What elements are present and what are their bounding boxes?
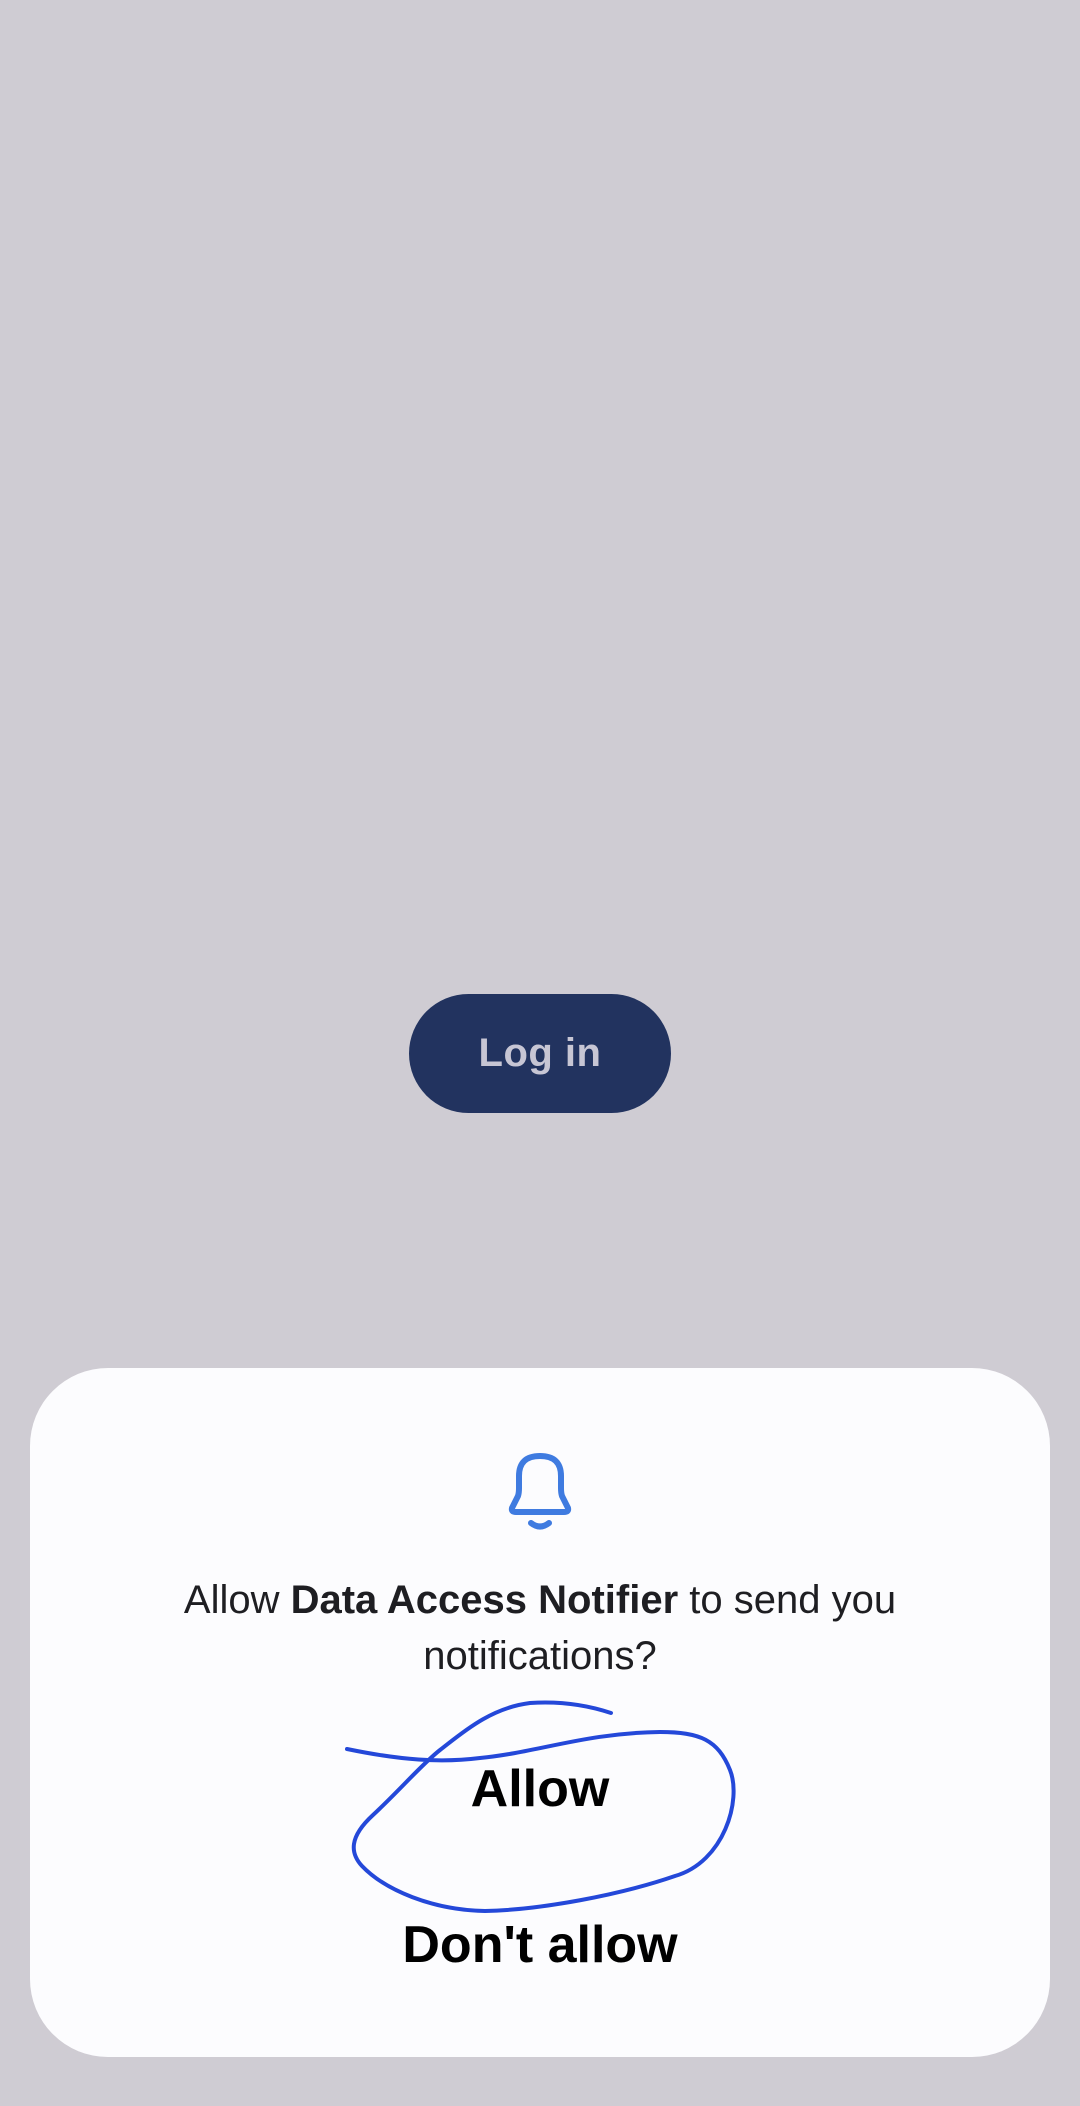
message-prefix: Allow bbox=[183, 1578, 291, 1622]
login-button-label: Log in bbox=[478, 1031, 602, 1075]
app-name: Data Access Notifier bbox=[290, 1578, 679, 1622]
screen: Log in Allow Data Access Notifier to sen… bbox=[0, 0, 1080, 2106]
permission-message: Allow Data Access Notifier to send you n… bbox=[100, 1572, 980, 1684]
bell-icon bbox=[508, 1453, 572, 1530]
allow-button[interactable]: Allow bbox=[240, 1754, 840, 1824]
login-button[interactable]: Log in bbox=[409, 994, 671, 1113]
dont-allow-button[interactable]: Don't allow bbox=[240, 1910, 840, 1980]
